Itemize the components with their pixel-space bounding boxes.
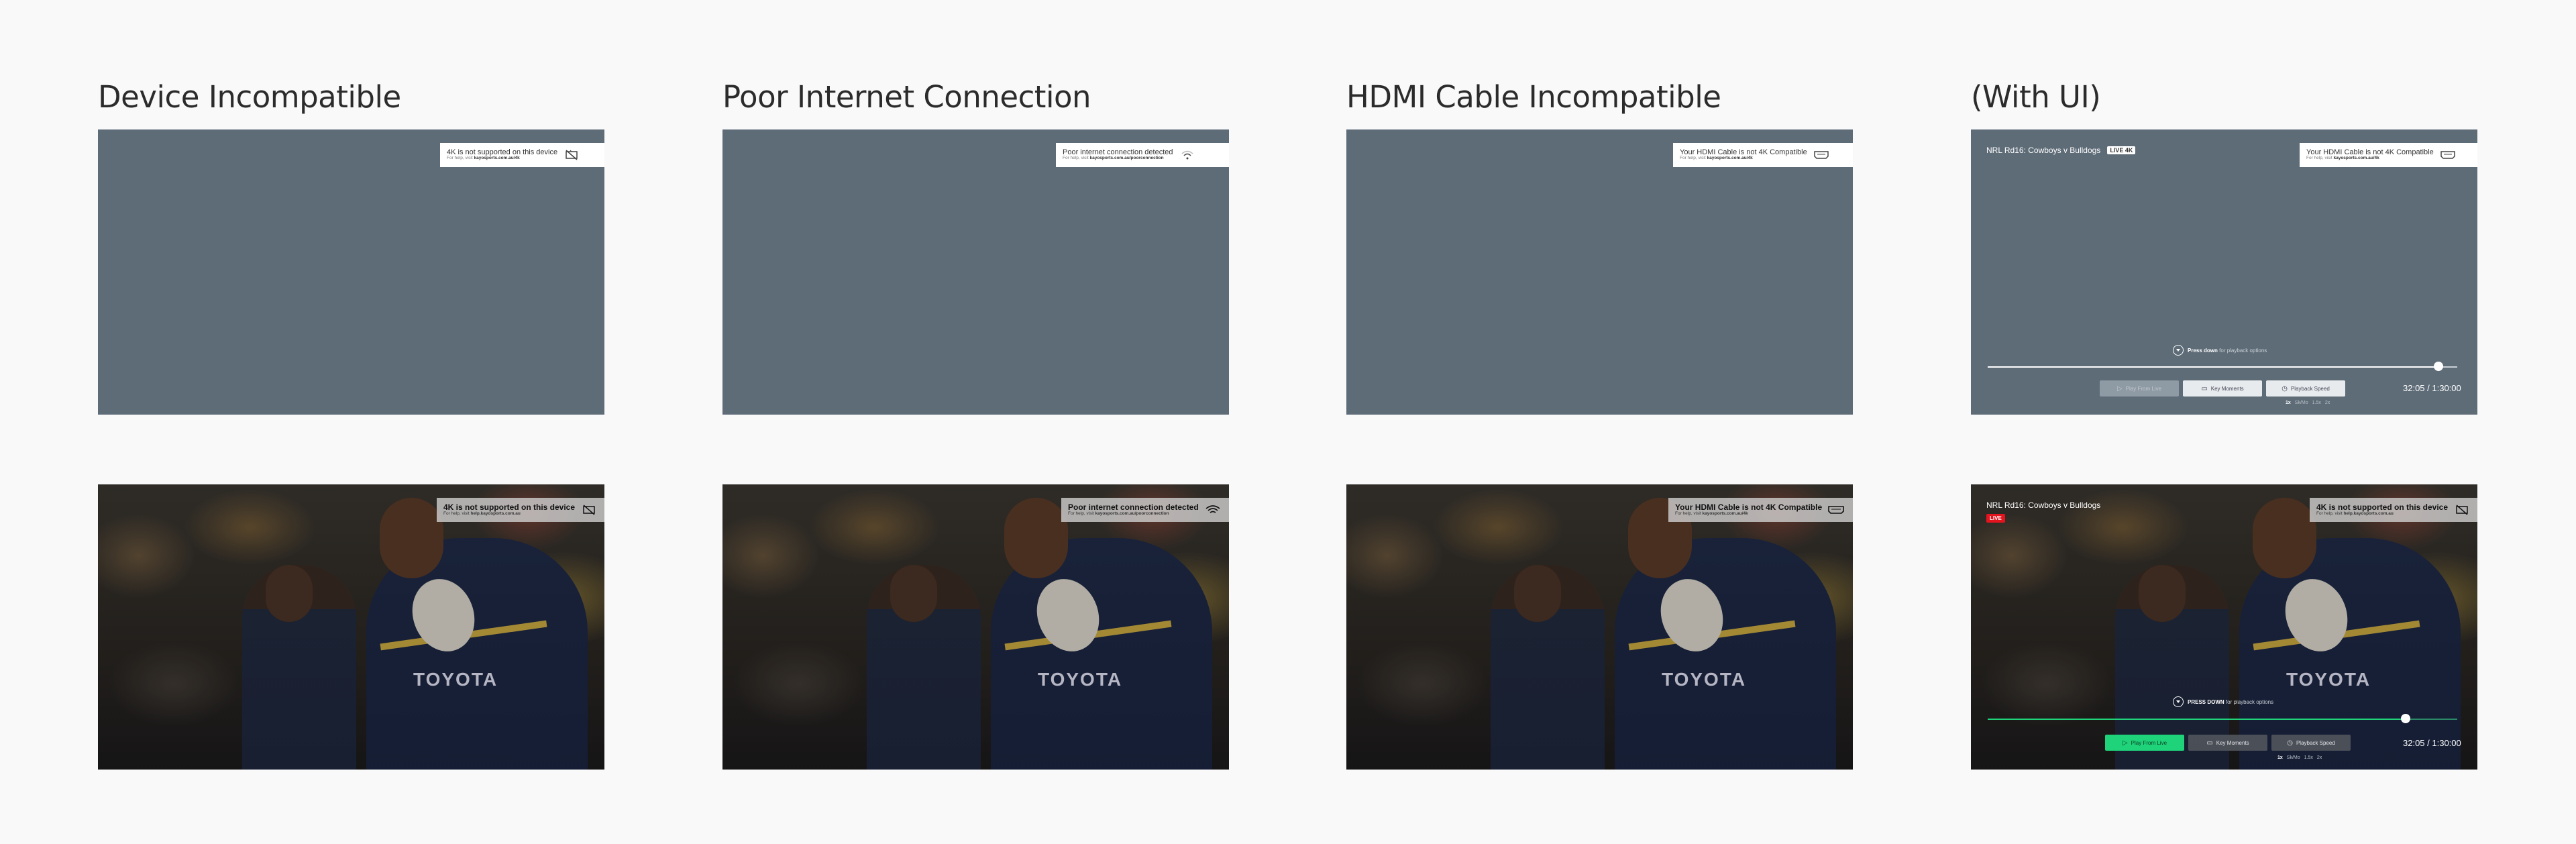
- hdmi-icon: [1827, 503, 1845, 517]
- toast-help: For help, visit help.kayosports.com.au: [2316, 511, 2394, 516]
- tv-crossed-icon: [2453, 503, 2471, 517]
- video-title: NRL Rd16: Cowboys v Bulldogs: [1986, 500, 2101, 510]
- preview-with-ui-grey: NRL Rd16: Cowboys v Bulldogs LIVE 4K You…: [1971, 129, 2477, 415]
- photo-with-ui: TOYOTA NRL Rd16: Cowboys v Bulldogs LIVE…: [1971, 484, 2477, 770]
- preview-hdmi-incompatible: Your HDMI Cable is not 4K Compatible For…: [1346, 129, 1853, 415]
- photo-hdmi-incompatible: TOYOTA Your HDMI Cable is not 4K Compati…: [1346, 484, 1853, 770]
- column-title-with-ui: (With UI): [1971, 79, 2101, 115]
- chevron-down-icon: [2173, 696, 2184, 707]
- live-4k-badge: LIVE 4K: [2107, 146, 2136, 154]
- playback-options-prompt: PRESS DOWN for playback options: [2173, 696, 2273, 707]
- toast-help: For help, visit kayosports.com.au/poorco…: [1068, 511, 1169, 516]
- tv-crossed-icon: [580, 503, 598, 517]
- photo-device-incompatible: TOYOTA 4K is not supported on this devic…: [98, 484, 604, 770]
- toast-notification: Your HDMI Cable is not 4K Compatible For…: [1668, 498, 1853, 522]
- preview-poor-connection: Poor internet connection detected For he…: [722, 129, 1229, 415]
- speed-options: 1x Sk/Mo 1.5x 2x: [2277, 755, 2322, 760]
- play-from-live-button[interactable]: ▷ Play From Live: [2100, 380, 2179, 397]
- toast-notification: Your HDMI Cable is not 4K Compatible For…: [1673, 143, 1853, 167]
- column-title-hdmi: HDMI Cable Incompatible: [1346, 79, 1721, 115]
- scrubber-knob[interactable]: [2401, 714, 2410, 723]
- toast-notification: Poor internet connection detected For he…: [1061, 498, 1229, 522]
- toast-help: For help, visit help.kayosports.com.au: [443, 511, 521, 516]
- playback-speed-button[interactable]: ◷ Playback Speed: [2266, 380, 2345, 397]
- toast-help: For help, visit kayosports.com.au/4k: [1675, 511, 1748, 516]
- hdmi-icon: [2439, 148, 2457, 162]
- playback-time: 32:05 / 1:30:00: [2403, 738, 2461, 748]
- key-moments-icon: ▭: [2206, 739, 2213, 747]
- tv-crossed-icon: [563, 148, 580, 162]
- toast-help: For help, visit kayosports.com.au/4k: [447, 156, 520, 161]
- key-moments-button[interactable]: ▭ Key Moments: [2188, 735, 2267, 751]
- wifi-weak-icon: [1204, 503, 1222, 517]
- toast-help: For help, visit kayosports.com.au/poorco…: [1063, 156, 1164, 161]
- chevron-down-icon: [2173, 345, 2184, 356]
- preview-device-incompatible: 4K is not supported on this device For h…: [98, 129, 604, 415]
- key-moments-icon: ▭: [2201, 384, 2208, 392]
- playback-options-prompt: Press down for playback options: [2173, 345, 2267, 356]
- key-moments-button[interactable]: ▭ Key Moments: [2183, 380, 2262, 397]
- scrubber-knob[interactable]: [2434, 362, 2443, 371]
- playback-time: 32:05 / 1:30:00: [2403, 383, 2461, 393]
- toast-notification: Your HDMI Cable is not 4K Compatible For…: [2300, 143, 2477, 167]
- progress-track[interactable]: [1988, 366, 2457, 368]
- toast-notification: 4K is not supported on this device For h…: [440, 143, 604, 167]
- column-title-internet: Poor Internet Connection: [722, 79, 1091, 115]
- speed-options: 1x Sk/Mo 1.5x 2x: [2286, 401, 2330, 405]
- playback-speed-button[interactable]: ◷ Playback Speed: [2271, 735, 2351, 751]
- progress-fill: [1988, 719, 2406, 720]
- toast-help: For help, visit kayosports.com.au/4k: [1680, 156, 1753, 161]
- photo-poor-connection: TOYOTA Poor internet connection detected…: [722, 484, 1229, 770]
- play-icon: ▷: [2122, 739, 2128, 747]
- video-title: NRL Rd16: Cowboys v Bulldogs LIVE 4K: [1986, 146, 2136, 155]
- speed-icon: ◷: [2282, 384, 2288, 392]
- play-icon: ▷: [2116, 384, 2123, 392]
- play-from-live-button[interactable]: ▷ Play From Live: [2105, 735, 2184, 751]
- toast-notification: 4K is not supported on this device For h…: [437, 498, 604, 522]
- speed-icon: ◷: [2287, 739, 2293, 747]
- live-badge: LIVE: [1986, 514, 2005, 523]
- toast-help: For help, visit kayosports.com.au/4k: [2306, 156, 2379, 161]
- progress-track[interactable]: [1988, 719, 2457, 720]
- hdmi-icon: [1813, 148, 1830, 162]
- progress-fill: [1988, 366, 2438, 368]
- column-title-device: Device Incompatible: [98, 79, 401, 115]
- toast-notification: Poor internet connection detected For he…: [1056, 143, 1229, 167]
- toast-notification: 4K is not supported on this device For h…: [2310, 498, 2477, 522]
- wifi-weak-icon: [1179, 148, 1196, 162]
